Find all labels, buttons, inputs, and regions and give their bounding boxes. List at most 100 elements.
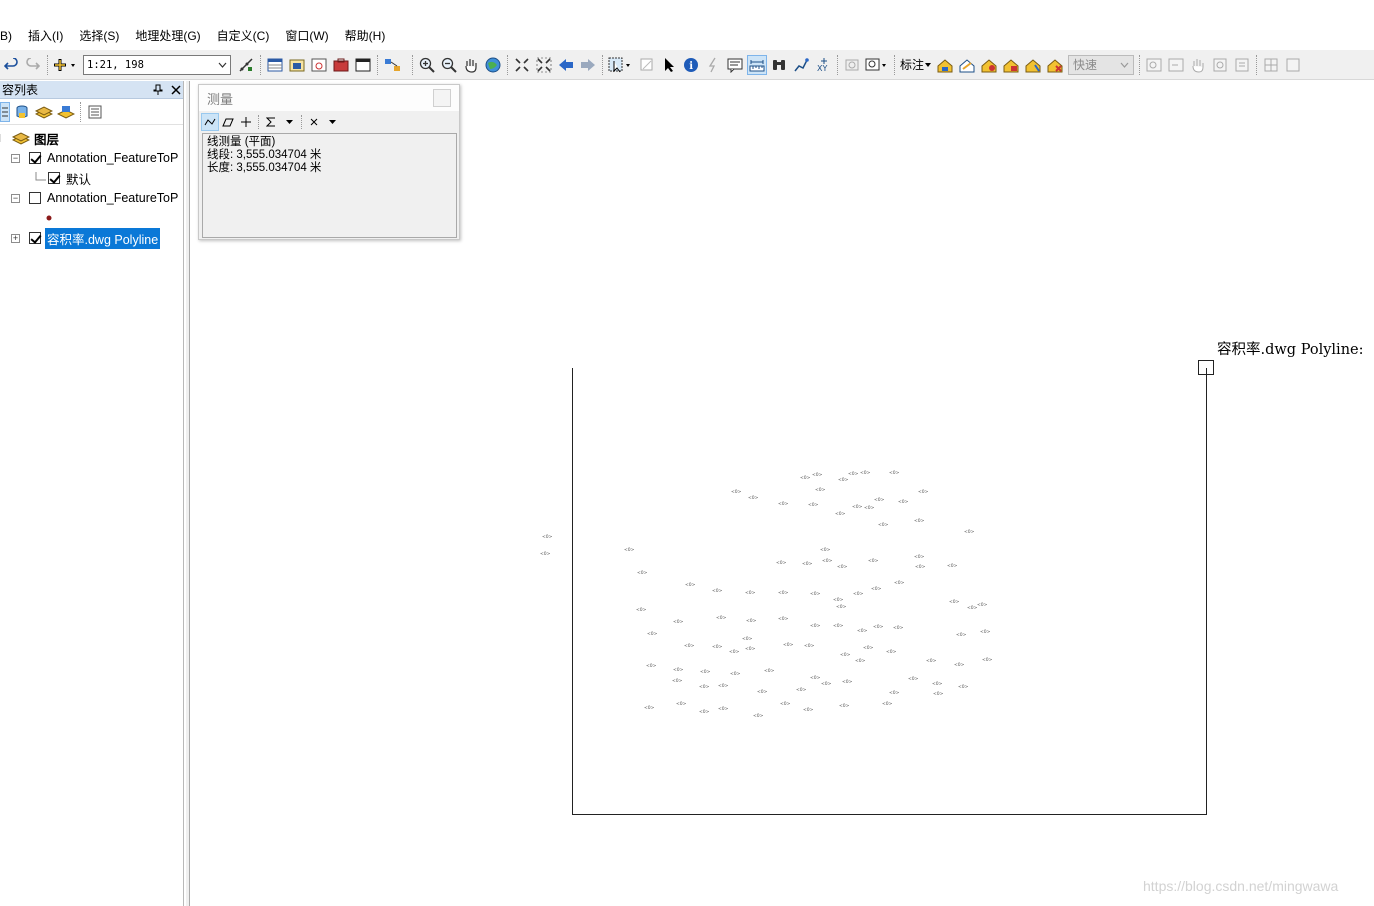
chevron-down-icon[interactable]: [280, 113, 298, 131]
pan-icon[interactable]: [461, 55, 481, 75]
find-route-icon[interactable]: [791, 55, 811, 75]
identify-icon[interactable]: i: [681, 55, 701, 75]
selection-handle[interactable]: [1198, 360, 1214, 375]
layout-fixed-zoom-icon[interactable]: [1261, 55, 1281, 75]
list-by-drawing-order-icon[interactable]: [0, 101, 10, 122]
toolbar-separator: [1256, 54, 1258, 75]
menu-geoprocessing[interactable]: 地理处理(G): [127, 24, 208, 48]
arccatalog-icon[interactable]: [287, 55, 307, 75]
zoom-out-icon[interactable]: [439, 55, 459, 75]
clear-results-icon[interactable]: [305, 113, 323, 131]
arctoolbox-icon[interactable]: [331, 55, 351, 75]
annotation-mark: <0>: [918, 490, 929, 495]
layer-visibility-checkbox[interactable]: [29, 152, 41, 164]
annotation-mark: <0>: [857, 629, 868, 634]
list-by-source-icon[interactable]: [12, 102, 32, 122]
toolbar-separator: [507, 54, 508, 75]
menu-bookmarks[interactable]: (B): [0, 24, 20, 48]
list-by-selection-icon[interactable]: [56, 102, 76, 122]
undo-icon[interactable]: [1, 55, 21, 75]
toc-splitter[interactable]: [186, 81, 190, 906]
close-icon[interactable]: [171, 84, 181, 95]
menu-insert[interactable]: 插入(I): [20, 24, 71, 48]
pin-icon[interactable]: [153, 84, 163, 96]
menu-selection[interactable]: 选择(S): [71, 24, 127, 48]
toc-layer-annotation-1[interactable]: − Annotation_FeatureToP: [11, 149, 178, 167]
svg-text:i: i: [689, 61, 693, 72]
list-by-visibility-icon[interactable]: [34, 102, 54, 122]
tree-line-icon: [35, 172, 46, 181]
label-manager-icon[interactable]: [935, 55, 955, 75]
layout-zoom-in-icon[interactable]: [1144, 55, 1164, 75]
go-to-xy-icon[interactable]: XY: [813, 55, 833, 75]
toc-sublayer-default[interactable]: 默认: [35, 169, 91, 187]
chevron-down-icon[interactable]: [323, 113, 341, 131]
sublayer-visibility-checkbox[interactable]: [48, 172, 60, 184]
pause-labeling-icon[interactable]: [1045, 55, 1065, 75]
label-weight-icon[interactable]: [979, 55, 999, 75]
view-unplaced-labels-icon[interactable]: [1023, 55, 1043, 75]
collapse-icon[interactable]: −: [11, 193, 20, 203]
search-window-icon[interactable]: [309, 55, 329, 75]
fixed-zoom-out-icon[interactable]: [534, 55, 554, 75]
time-slider-icon[interactable]: [842, 55, 862, 75]
add-data-icon[interactable]: [52, 55, 80, 75]
menu-customize[interactable]: 自定义(C): [209, 24, 278, 48]
create-viewer-window-icon[interactable]: [864, 55, 890, 75]
fixed-zoom-in-icon[interactable]: [512, 55, 532, 75]
layer-visibility-checkbox[interactable]: [29, 232, 41, 244]
layer-visibility-checkbox[interactable]: [29, 192, 41, 204]
lock-labels-icon[interactable]: [1001, 55, 1021, 75]
measure-feature-icon[interactable]: [237, 113, 255, 131]
measure-area-icon[interactable]: [219, 113, 237, 131]
forward-extent-icon[interactable]: [578, 55, 598, 75]
hyperlink-icon[interactable]: [703, 55, 723, 75]
annotation-mark: <0>: [542, 535, 553, 540]
select-features-icon[interactable]: [607, 55, 635, 75]
annotation-mark: <0>: [821, 682, 832, 687]
zoom-whole-page-icon[interactable]: [1210, 55, 1230, 75]
back-extent-icon[interactable]: [556, 55, 576, 75]
zoom-in-icon[interactable]: [417, 55, 437, 75]
map-scale-combo[interactable]: 1:21, 198: [83, 54, 231, 75]
editor-toolbar-icon[interactable]: [236, 55, 256, 75]
layout-pan-icon[interactable]: [1188, 55, 1208, 75]
measure-title-bar[interactable]: 测量: [199, 85, 459, 111]
layout-zoom-out-icon[interactable]: [1166, 55, 1186, 75]
label-priority-icon[interactable]: [957, 55, 977, 75]
clear-selection-icon[interactable]: [637, 55, 657, 75]
label-style-combo[interactable]: 快速: [1068, 54, 1135, 75]
toc-root-layers[interactable]: 图层: [0, 129, 59, 147]
python-window-icon[interactable]: [353, 55, 373, 75]
layout-page-icon[interactable]: [1283, 55, 1303, 75]
polyline-feature[interactable]: [572, 368, 1207, 815]
select-elements-icon[interactable]: [659, 55, 679, 75]
sublayer-label: 默认: [66, 172, 92, 187]
zoom-100-icon[interactable]: [1232, 55, 1252, 75]
toc-toolbar: [0, 99, 183, 125]
annotation-mark: <0>: [840, 653, 851, 658]
annotation-mark: <0>: [764, 669, 775, 674]
menu-help[interactable]: 帮助(H): [337, 24, 394, 48]
annotation-mark: <0>: [886, 650, 897, 655]
toc-layer-polyline[interactable]: + 容积率.dwg Polyline: [11, 227, 161, 249]
find-icon[interactable]: [769, 55, 789, 75]
full-extent-icon[interactable]: [483, 55, 503, 75]
expand-icon[interactable]: +: [11, 233, 20, 243]
model-builder-icon[interactable]: [382, 55, 408, 75]
toolbar-separator: [412, 54, 413, 75]
collapse-icon[interactable]: −: [11, 153, 20, 163]
labeling-menu[interactable]: 标注: [898, 56, 934, 73]
measure-line-icon[interactable]: [201, 113, 219, 131]
show-total-icon[interactable]: [262, 113, 280, 131]
measure-icon[interactable]: [747, 54, 767, 75]
close-icon[interactable]: [433, 89, 451, 107]
table-of-contents: 容列表 图层 − Annotation_FeatureToP 默认 − Anno…: [0, 81, 184, 906]
toc-layer-annotation-2[interactable]: − Annotation_FeatureToP: [11, 189, 178, 207]
annotation-mark: <0>: [833, 624, 844, 629]
toc-options-icon[interactable]: [85, 102, 105, 122]
table-window-icon[interactable]: [265, 55, 285, 75]
redo-icon[interactable]: [23, 55, 43, 75]
html-popup-icon[interactable]: [725, 55, 745, 75]
menu-windows[interactable]: 窗口(W): [277, 24, 336, 48]
